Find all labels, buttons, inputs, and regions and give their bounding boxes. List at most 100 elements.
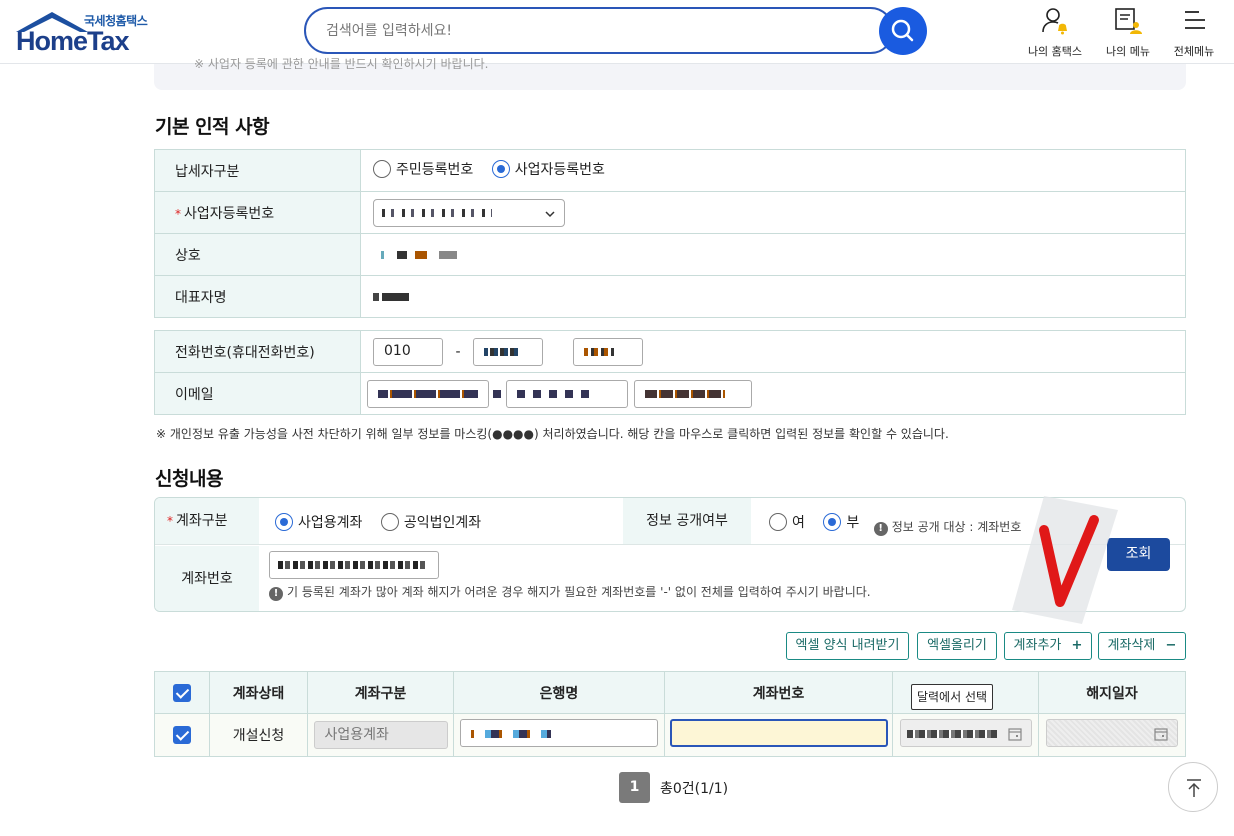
radio-label: 사업용계좌: [298, 515, 363, 531]
masked-value: [373, 250, 457, 259]
minus-icon: −: [1165, 638, 1177, 653]
calendar-tooltip: 달력에서 선택: [911, 684, 993, 710]
user-doc-icon: [1115, 8, 1142, 34]
bizno-cell: [360, 191, 1186, 234]
scroll-top-button[interactable]: [1168, 762, 1218, 812]
taxpayer-type-label: 납세자구분: [154, 149, 361, 192]
select-all-checkbox[interactable]: [173, 683, 191, 702]
calendar-icon[interactable]: [1153, 726, 1169, 742]
check-mark-annotation: [1012, 496, 1118, 624]
account-no-note: ! 기 등록된 계좌가 많아 계좌 해지가 어려운 경우 해지가 필요한 계좌번호…: [269, 583, 871, 601]
radio-label: 주민등록번호: [396, 162, 474, 178]
email-label: 이메일: [154, 372, 361, 415]
info-icon: !: [269, 587, 283, 601]
row-close-date-cell: [1038, 713, 1186, 757]
radio-label: 부: [846, 515, 860, 531]
col-account-no: 계좌번호: [664, 671, 893, 714]
logo-title: HomeTax: [16, 26, 130, 56]
search-button[interactable]: [879, 7, 927, 55]
my-menu-link[interactable]: 나의 메뉴: [1102, 6, 1154, 59]
hamburger-icon: [1185, 11, 1205, 29]
row-status: 개설신청: [209, 713, 308, 757]
radio-circle: [769, 513, 787, 531]
row-open-date-cell: [892, 713, 1039, 757]
apply-title: 신청내용: [155, 468, 223, 490]
radio-business-no[interactable]: 사업자등록번호: [491, 159, 605, 179]
col-close-date: 해지일자: [1038, 671, 1186, 714]
arrow-up-icon: [1187, 779, 1201, 797]
bank-select[interactable]: [460, 719, 658, 747]
notice-box: ※ 사업자 등록에 관한 안내를 반드시 확인하시기 바랍니다.: [154, 57, 1186, 90]
email-domain-input[interactable]: [505, 379, 628, 408]
add-account-label: 계좌추가: [1013, 638, 1062, 653]
account-type-options: 사업용계좌 공익법인계좌: [275, 512, 495, 535]
search-icon: [891, 19, 914, 42]
required-mark: *: [175, 206, 181, 221]
row-select-cell: [154, 713, 210, 757]
close-date-field[interactable]: [1046, 719, 1178, 747]
info-icon: !: [873, 522, 888, 536]
bizno-label-text: 사업자등록번호: [184, 205, 275, 222]
disclosure-options: 여 부 ! 정보 공개 대상 : 계좌번호: [769, 512, 1021, 536]
bizno-select[interactable]: [373, 198, 565, 227]
radio-label: 공익법인계좌: [403, 515, 482, 531]
all-menu-link[interactable]: 전체메뉴: [1168, 6, 1220, 59]
contact-table: 전화번호(휴대전화번호) 010 - 이메일: [154, 330, 1186, 415]
account-type-label: * 계좌구분: [155, 498, 259, 544]
my-menu-label: 나의 메뉴: [1106, 45, 1150, 58]
disclosure-label: 정보 공개여부: [623, 498, 751, 544]
open-date-field[interactable]: [899, 719, 1032, 747]
radio-circle-selected: [491, 160, 510, 178]
disclosure-note: ! 정보 공개 대상 : 계좌번호: [873, 520, 1021, 536]
email-domain-select[interactable]: [634, 379, 753, 408]
account-no-note-text: 기 등록된 계좌가 많아 계좌 해지가 어려운 경우 해지가 필요한 계좌번호를…: [287, 585, 871, 599]
row-type-field: 사업용계좌: [313, 721, 448, 749]
radio-label: 사업자등록번호: [514, 162, 605, 178]
account-type-label-text: 계좌구분: [176, 513, 228, 529]
table-row: 개설신청 사업용계좌: [154, 713, 1186, 757]
excel-download-button[interactable]: 엑셀 양식 내려받기: [786, 632, 909, 660]
ceo-cell: [360, 275, 1186, 318]
radio-label: 여: [792, 515, 805, 531]
phone-prefix-input[interactable]: 010: [373, 337, 443, 366]
row-type-cell: 사업용계좌: [307, 713, 454, 757]
phone-middle-input[interactable]: [472, 337, 543, 366]
search-input[interactable]: [326, 20, 846, 42]
my-hometax-label: 나의 홈택스: [1027, 45, 1083, 58]
page-current[interactable]: 1: [619, 772, 650, 803]
email-cell: [360, 372, 1186, 415]
radio-public-account[interactable]: 공익법인계좌: [380, 512, 482, 532]
radio-resident-no[interactable]: 주민등록번호: [373, 159, 473, 179]
radio-circle-selected: [823, 513, 842, 531]
col-type: 계좌구분: [307, 671, 454, 714]
radio-circle: [373, 160, 391, 178]
row-bank-cell: [453, 713, 665, 757]
radio-disclose-yes[interactable]: 여: [769, 512, 805, 532]
col-status: 계좌상태: [209, 671, 308, 714]
bizno-label: * 사업자등록번호: [154, 191, 361, 234]
col-bank: 은행명: [453, 671, 665, 714]
account-no-field[interactable]: [669, 719, 888, 747]
hometax-logo[interactable]: 국세청홈택스 HomeTax: [12, 8, 162, 56]
plus-icon: +: [1071, 638, 1083, 653]
delete-account-button[interactable]: 계좌삭제 −: [1098, 632, 1186, 660]
calendar-icon[interactable]: [1007, 726, 1023, 742]
required-mark: *: [167, 514, 173, 528]
user-bell-icon: [1042, 8, 1067, 35]
row-checkbox[interactable]: [173, 726, 191, 744]
excel-upload-button[interactable]: 엑셀올리기: [917, 632, 997, 660]
add-account-button[interactable]: 계좌추가 +: [1004, 632, 1092, 660]
phone-last-input[interactable]: [573, 337, 644, 366]
account-grid: 계좌상태 계좌구분 은행명 계좌번호 개설일자 해지일자 개설신청 사업용계좌: [154, 671, 1186, 757]
search-box: [304, 7, 894, 54]
my-hometax-link[interactable]: 나의 홈택스: [1022, 6, 1088, 59]
radio-disclose-no[interactable]: 부: [823, 512, 859, 532]
email-id-input[interactable]: [367, 379, 489, 408]
chevron-down-icon: [545, 210, 555, 217]
site-header: 국세청홈택스 HomeTax 나의 홈택스 나의 메뉴: [0, 0, 1234, 64]
radio-business-account[interactable]: 사업용계좌: [275, 512, 362, 532]
masked-value: [516, 389, 597, 398]
account-no-input[interactable]: [269, 551, 439, 579]
masked-value: [382, 208, 492, 217]
basic-info-table: 납세자구분 주민등록번호 사업자등록번호 * 사업자등록번호 상호 대표자명: [154, 149, 1186, 318]
